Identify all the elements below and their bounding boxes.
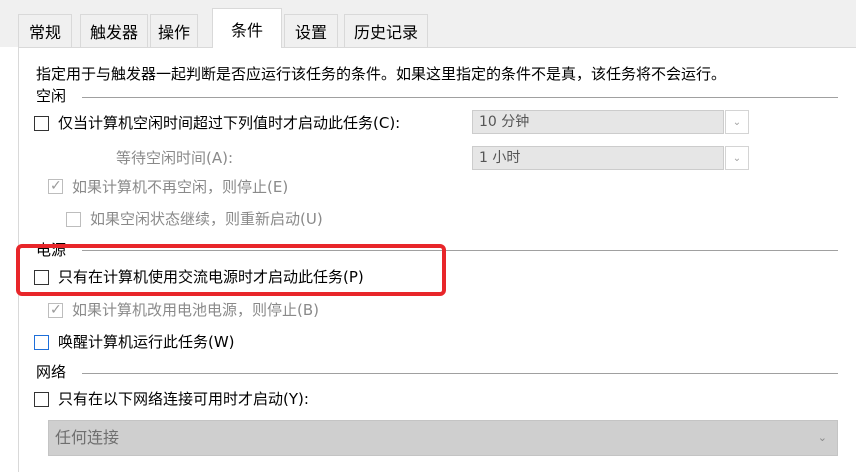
wake-to-run-label: 唤醒计算机运行此任务(W) bbox=[58, 333, 235, 351]
chevron-down-icon[interactable]: ⌄ bbox=[725, 146, 749, 170]
ac-power-label: 只有在计算机使用交流电源时才启动此任务(P) bbox=[58, 268, 364, 286]
restart-if-idle-label: 如果空闲状态继续，则重新启动(U) bbox=[90, 210, 323, 228]
tab-triggers[interactable]: 触发器 bbox=[80, 14, 148, 47]
wait-duration-value: 1 小时 bbox=[479, 150, 521, 166]
stop-if-not-idle-label: 如果计算机不再空闲，则停止(E) bbox=[72, 178, 289, 196]
network-connection-select[interactable]: 任何连接 ⌄ bbox=[48, 420, 838, 456]
wait-idle-label: 等待空闲时间(A): bbox=[116, 149, 234, 167]
network-connection-value: 任何连接 bbox=[55, 428, 120, 447]
chevron-down-icon: ⌄ bbox=[817, 431, 827, 444]
idle-group-divider bbox=[82, 97, 838, 98]
tab-conditions[interactable]: 条件 bbox=[212, 8, 282, 48]
idle-duration-select[interactable]: 10 分钟 bbox=[472, 110, 724, 134]
description-text: 指定用于与触发器一起判断是否应运行该任务的条件。如果这里指定的条件不是真，该任务… bbox=[36, 65, 727, 83]
ac-power-checkbox[interactable] bbox=[34, 270, 49, 285]
stop-if-not-idle-checkbox[interactable]: ✓ bbox=[48, 178, 63, 194]
tab-strip: 常规 触发器 操作 条件 设置 历史记录 bbox=[0, 0, 856, 48]
network-label: 只有在以下网络连接可用时才启动(Y): bbox=[58, 390, 309, 408]
tab-general[interactable]: 常规 bbox=[18, 14, 72, 47]
tab-settings[interactable]: 设置 bbox=[284, 14, 338, 47]
idle-duration-value: 10 分钟 bbox=[479, 114, 530, 130]
network-checkbox[interactable] bbox=[34, 392, 49, 407]
stop-on-battery-checkbox[interactable]: ✓ bbox=[48, 302, 63, 318]
stop-on-battery-label: 如果计算机改用电池电源，则停止(B) bbox=[72, 301, 319, 319]
chevron-down-icon[interactable]: ⌄ bbox=[725, 110, 749, 134]
check-icon: ✓ bbox=[50, 178, 62, 194]
power-group-divider bbox=[82, 250, 838, 251]
idle-start-checkbox[interactable] bbox=[34, 116, 49, 131]
network-group-divider bbox=[82, 373, 838, 374]
restart-if-idle-checkbox[interactable] bbox=[66, 212, 81, 227]
tab-history[interactable]: 历史记录 bbox=[344, 14, 428, 47]
wake-to-run-checkbox[interactable] bbox=[34, 335, 49, 350]
idle-start-label: 仅当计算机空闲时间超过下列值时才启动此任务(C): bbox=[58, 114, 401, 132]
wait-duration-select[interactable]: 1 小时 bbox=[472, 146, 724, 170]
network-group-title: 网络 bbox=[36, 363, 67, 381]
check-icon: ✓ bbox=[50, 302, 62, 318]
idle-group-title: 空闲 bbox=[36, 87, 67, 105]
power-group-title: 电源 bbox=[36, 241, 67, 259]
tab-actions[interactable]: 操作 bbox=[150, 14, 198, 47]
